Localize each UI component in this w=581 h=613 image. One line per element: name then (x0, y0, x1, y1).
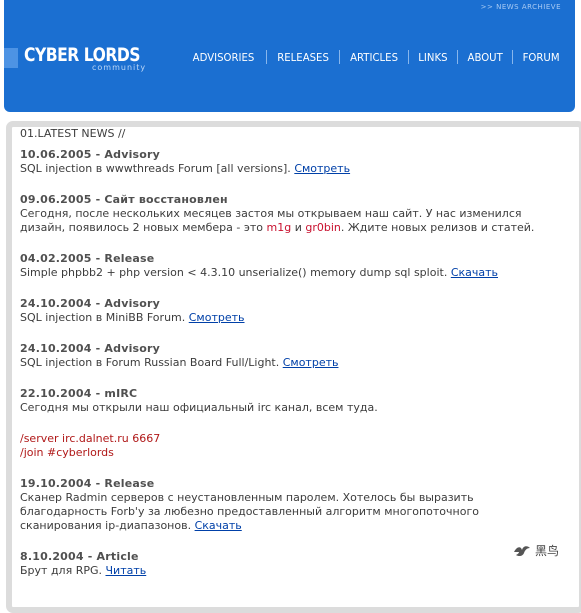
read-link[interactable]: Читать (106, 564, 147, 577)
news-item-body: SQL injection в Forum Russian Board Full… (20, 356, 560, 370)
news-archive-link[interactable]: >> NEWS ARCHIEVE (481, 3, 561, 11)
news-item-heading: 04.02.2005 - Release (20, 252, 155, 265)
news-item-text: SQL injection в wwwthreads Forum [all ve… (20, 162, 295, 175)
news-item: 24.10.2004 - Advisory SQL injection в Fo… (20, 342, 560, 370)
news-item-heading: 24.10.2004 - Advisory (20, 342, 161, 355)
view-link[interactable]: Смотреть (189, 311, 245, 324)
nav-separator (265, 50, 267, 64)
nav-forum[interactable]: FORUM (515, 51, 567, 64)
news-item-heading: 10.06.2005 - Advisory (20, 148, 161, 161)
news-item-heading: 22.10.2004 - mIRC (20, 387, 138, 400)
site-logo-subtitle: community (92, 63, 147, 72)
news-item-heading: 19.10.2004 - Release (20, 477, 155, 490)
nav-separator (456, 50, 458, 64)
nav-releases[interactable]: RELEASES (269, 51, 335, 64)
news-item-heading: 24.10.2004 - Advisory (20, 297, 161, 310)
news-item: 24.10.2004 - Advisory SQL injection в Mi… (20, 297, 560, 325)
news-item: 19.10.2004 - Release Сканер Radmin серве… (20, 477, 560, 533)
news-item: 8.10.2004 - Article Брут для RPG. Читать (20, 550, 560, 578)
nav-separator (338, 50, 340, 64)
news-item-body: Сегодня мы открыли наш официальный irc к… (20, 401, 378, 414)
watermark: 黑鸟 (513, 542, 559, 559)
download-link[interactable]: Скачать (195, 519, 242, 532)
nav-separator (407, 50, 409, 64)
news-item-body: SQL injection в wwwthreads Forum [all ve… (20, 162, 560, 176)
news-item-heading: 09.06.2005 - Сайт восстановлен (20, 193, 228, 206)
news-item: 10.06.2005 - Advisory SQL injection в ww… (20, 148, 560, 176)
view-link[interactable]: Смотреть (283, 356, 339, 369)
member-name: m1g (266, 221, 292, 234)
view-link[interactable]: Смотреть (294, 162, 350, 175)
news-item-text: SQL injection в Forum Russian Board Full… (20, 356, 283, 369)
nav-advisories[interactable]: ADVISORIES (186, 51, 262, 64)
news-item-text: SQL injection в MiniBB Forum. (20, 311, 189, 324)
nav-separator (511, 50, 513, 64)
news-item-text: Брут для RPG. (20, 564, 106, 577)
site-header: >> NEWS ARCHIEVE CYBER LORDS community A… (4, 0, 575, 112)
news-item-body: Сканер Radmin серверов с неустановленным… (20, 491, 560, 533)
news-item: 09.06.2005 - Сайт восстановлен Сегодня, … (20, 193, 560, 235)
logo-accent-bar (4, 48, 18, 68)
member-name: gr0bin (305, 221, 341, 234)
nav-articles[interactable]: ARTICLES (342, 51, 405, 64)
news-item-heading: 8.10.2004 - Article (20, 550, 139, 563)
bird-icon (513, 544, 531, 558)
news-item-text: . Ждите новых релизов и статей. (340, 221, 535, 234)
news-item-text: и (291, 221, 306, 234)
latest-news-panel: 01.LATEST NEWS // 10.06.2005 - Advisory … (6, 121, 581, 613)
news-item: 22.10.2004 - mIRC Сегодня мы открыли наш… (20, 387, 560, 460)
download-link[interactable]: Скачать (451, 266, 498, 279)
irc-join-command: /join #cyberlords (20, 446, 114, 459)
watermark-text: 黑鸟 (535, 544, 560, 558)
irc-server-command: /server irc.dalnet.ru 6667 (20, 432, 161, 445)
news-item: 04.02.2005 - Release Simple phpbb2 + php… (20, 252, 560, 280)
news-item-body: SQL injection в MiniBB Forum. Смотреть (20, 311, 560, 325)
news-item-body: Simple phpbb2 + php version < 4.3.10 uns… (20, 266, 560, 280)
news-item-text: Simple phpbb2 + php version < 4.3.10 uns… (20, 266, 451, 279)
nav-links[interactable]: LINKS (411, 51, 455, 64)
main-nav: ADVISORIES RELEASES ARTICLES LINKS ABOUT… (182, 50, 569, 64)
nav-about[interactable]: ABOUT (460, 51, 510, 64)
latest-news-title: 01.LATEST NEWS // (20, 127, 126, 140)
news-item-body: Сегодня, после нескольких месяцев застоя… (20, 207, 560, 235)
news-list: 10.06.2005 - Advisory SQL injection в ww… (20, 144, 560, 578)
news-item-text: Сканер Radmin серверов с неустановленным… (20, 491, 479, 532)
